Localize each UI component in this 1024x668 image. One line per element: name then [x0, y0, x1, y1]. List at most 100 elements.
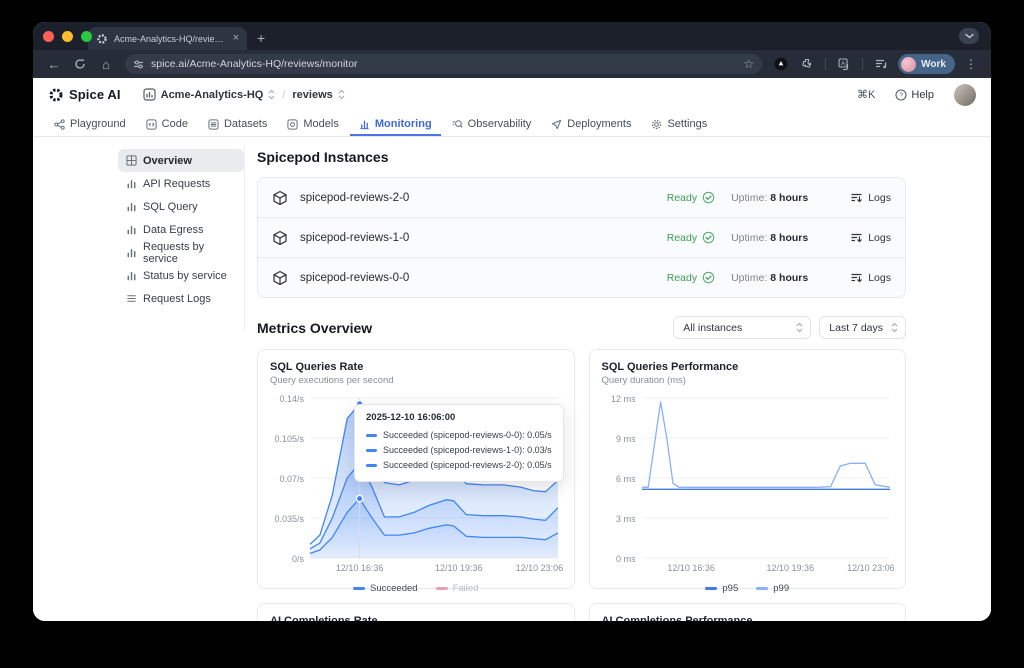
- legend-item[interactable]: Succeeded: [353, 583, 418, 594]
- spicepod-cube-icon: [272, 230, 288, 246]
- status-check-icon: [702, 231, 715, 244]
- user-avatar[interactable]: [954, 84, 976, 106]
- spice-app: Spice AI Acme-Analytics-HQ / reviews ⌘K …: [33, 78, 991, 621]
- tab-playground[interactable]: Playground: [45, 118, 135, 136]
- site-settings-icon[interactable]: [133, 59, 144, 70]
- sidebar-label: Request Logs: [143, 293, 211, 305]
- extensions-puzzle-icon[interactable]: [796, 54, 818, 74]
- x-axis-tick: 12/10 16:36: [336, 563, 384, 573]
- chart-plot[interactable]: 12 ms9 ms6 ms3 ms0 ms: [602, 398, 894, 558]
- logs-button[interactable]: Logs: [850, 192, 891, 204]
- legend-item[interactable]: p95: [705, 583, 738, 594]
- chart-legend[interactable]: Succeeded Failed: [270, 583, 562, 594]
- y-axis-tick: 3 ms: [602, 514, 636, 524]
- tab-datasets[interactable]: Datasets: [199, 118, 276, 136]
- y-axis-tick: 0.035/s: [270, 514, 304, 524]
- y-axis-tick: 0.07/s: [270, 474, 304, 484]
- sidebar-label: Data Egress: [143, 224, 204, 236]
- translate-icon[interactable]: A: [833, 54, 855, 74]
- browser-menu-chevron-button[interactable]: [959, 28, 979, 44]
- tab-observability[interactable]: Observability: [443, 118, 541, 136]
- legend-label: Failed: [453, 583, 479, 594]
- sidebar-item-sql-query[interactable]: SQL Query: [118, 195, 244, 218]
- sidebar-item-data-egress[interactable]: Data Egress: [118, 218, 244, 241]
- legend-item[interactable]: Failed: [436, 583, 479, 594]
- zoom-window-button[interactable]: [81, 31, 92, 42]
- logs-label: Logs: [868, 272, 891, 284]
- url-text[interactable]: spice.ai/Acme-Analytics-HQ/reviews/monit…: [151, 58, 736, 70]
- legend-label: p99: [773, 583, 789, 594]
- chart-title: SQL Queries Rate: [270, 361, 562, 373]
- time-range-value: Last 7 days: [829, 322, 883, 334]
- x-axis-tick: 12/10 16:36: [667, 563, 715, 573]
- sidebar-item-request-logs[interactable]: Request Logs: [118, 287, 244, 310]
- tooltip-row: Succeeded (spicepod-reviews-0-0): 0.05/s: [366, 428, 552, 443]
- sidebar-label: SQL Query: [143, 201, 198, 213]
- y-axis-tick: 12 ms: [602, 394, 636, 404]
- tab-favicon-icon: [96, 33, 108, 45]
- back-button[interactable]: ←: [43, 54, 65, 74]
- browser-window: Acme-Analytics-HQ/reviews × + ← ⌂ spice.…: [33, 22, 991, 621]
- tab-label: Deployments: [567, 118, 631, 130]
- metrics-title: Metrics Overview: [257, 320, 372, 336]
- browser-profile-chip[interactable]: Work: [898, 54, 955, 74]
- tab-close-icon[interactable]: ×: [231, 33, 241, 44]
- chart-card-sql-queries-performance: SQL Queries Performance Query duration (…: [589, 349, 907, 589]
- home-button[interactable]: ⌂: [95, 54, 117, 74]
- bar-chart-icon: [126, 224, 137, 235]
- tab-settings[interactable]: Settings: [642, 118, 716, 136]
- logs-button[interactable]: Logs: [850, 272, 891, 284]
- status-label: Ready: [667, 232, 697, 244]
- brand-logo[interactable]: Spice AI: [48, 87, 121, 103]
- legend-swatch: [705, 587, 717, 590]
- org-selector[interactable]: Acme-Analytics-HQ: [143, 88, 276, 101]
- instance-row[interactable]: spicepod-reviews-1-0 Ready Uptime:8 hour…: [258, 217, 905, 257]
- help-button[interactable]: ? Help: [895, 89, 934, 101]
- instance-filter-select[interactable]: All instances: [673, 316, 811, 339]
- profile-status-icon[interactable]: [770, 54, 792, 74]
- tab-deployments[interactable]: Deployments: [542, 118, 640, 136]
- chart-x-axis: 12/10 16:3612/10 19:3612/10 23:06: [602, 563, 894, 575]
- new-tab-button[interactable]: +: [257, 30, 265, 46]
- command-k-shortcut[interactable]: ⌘K: [857, 88, 875, 101]
- bookmark-star-icon[interactable]: ☆: [743, 57, 754, 71]
- legend-item[interactable]: p99: [756, 583, 789, 594]
- tab-models[interactable]: Models: [278, 118, 347, 136]
- logs-button[interactable]: Logs: [850, 232, 891, 244]
- tooltip-row: Succeeded (spicepod-reviews-1-0): 0.03/s: [366, 443, 552, 458]
- reading-list-icon[interactable]: [870, 54, 892, 74]
- address-bar[interactable]: spice.ai/Acme-Analytics-HQ/reviews/monit…: [125, 54, 762, 74]
- sidebar-label: Status by service: [143, 270, 227, 282]
- browser-toolbar: ← ⌂ spice.ai/Acme-Analytics-HQ/reviews/m…: [33, 50, 991, 78]
- uptime-label: Uptime:: [731, 192, 767, 204]
- deployments-icon: [551, 119, 562, 130]
- sidebar-item-api-requests[interactable]: API Requests: [118, 172, 244, 195]
- toolbar-divider: [862, 58, 863, 70]
- observability-icon: [452, 119, 463, 130]
- y-axis-tick: 9 ms: [602, 434, 636, 444]
- app-header: Spice AI Acme-Analytics-HQ / reviews ⌘K …: [33, 78, 991, 111]
- chart-legend[interactable]: p95 p99: [602, 583, 894, 594]
- sidebar-label: Overview: [143, 155, 192, 167]
- tab-code[interactable]: Code: [137, 118, 197, 136]
- browser-tab[interactable]: Acme-Analytics-HQ/reviews ×: [88, 27, 247, 50]
- minimize-window-button[interactable]: [62, 31, 73, 42]
- time-range-select[interactable]: Last 7 days: [819, 316, 906, 339]
- tooltip-series-text: Succeeded (spicepod-reviews-0-0): 0.05/s: [383, 428, 552, 443]
- playground-icon: [54, 119, 65, 130]
- browser-menu-kebab[interactable]: ⋮: [961, 57, 981, 71]
- project-selector[interactable]: reviews: [292, 89, 344, 101]
- instance-row[interactable]: spicepod-reviews-2-0 Ready Uptime:8 hour…: [258, 178, 905, 217]
- tab-monitoring[interactable]: Monitoring: [350, 118, 441, 136]
- uptime-value: 8 hours: [770, 232, 808, 244]
- sidebar-item-requests-by-service[interactable]: Requests by service: [118, 241, 244, 264]
- tab-label: Monitoring: [375, 118, 432, 130]
- bar-chart-icon: [126, 247, 137, 258]
- reload-button[interactable]: [69, 54, 91, 74]
- legend-swatch: [353, 587, 365, 590]
- sidebar-item-overview[interactable]: Overview: [118, 149, 244, 172]
- project-name: reviews: [292, 89, 332, 101]
- sidebar-item-status-by-service[interactable]: Status by service: [118, 264, 244, 287]
- close-window-button[interactable]: [43, 31, 54, 42]
- instance-row[interactable]: spicepod-reviews-0-0 Ready Uptime:8 hour…: [258, 257, 905, 297]
